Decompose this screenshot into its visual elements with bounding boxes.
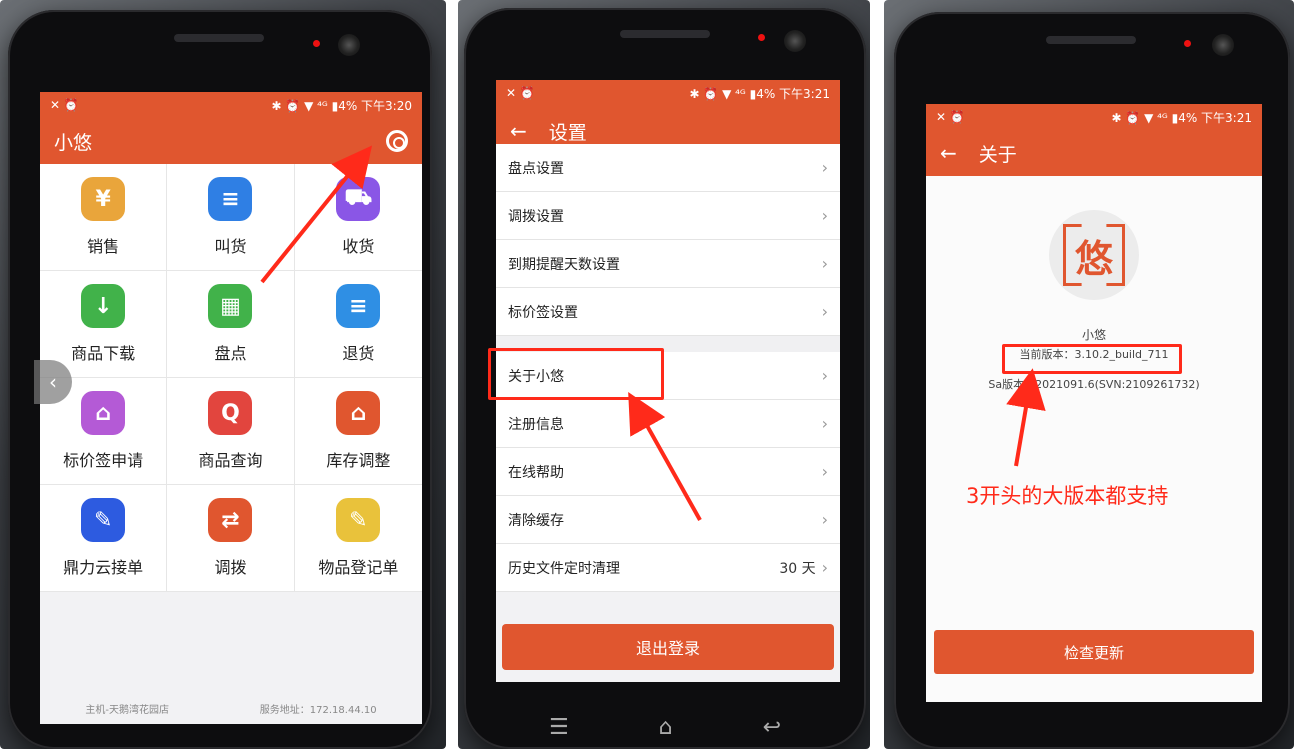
annotation-arrow [260, 145, 373, 284]
annotation-text: 3开头的大版本都支持 [966, 484, 1169, 508]
photo-home: ✕ ⏰ ✱ ⏰ ▼ ⁴ᴳ ▮4% 下午3:20 小悠 ¥ 销售 ≡ 叫货 ⛟ 收货 ↓ 商品下… [0, 0, 446, 749]
photo-about: ✕ ⏰ ✱ ⏰ ▼ ⁴ᴳ ▮4% 下午3:21 ← 关于 悠 小悠 当前版本：3… [884, 0, 1294, 749]
annotation-arrow [628, 392, 702, 521]
photo-settings: ✕ ⏰ ✱ ⏰ ▼ ⁴ᴳ ▮4% 下午3:21 ← 设置 盘点设置 › 调拨设置 › 到… [458, 0, 870, 749]
annotation-arrow [1006, 368, 1046, 467]
